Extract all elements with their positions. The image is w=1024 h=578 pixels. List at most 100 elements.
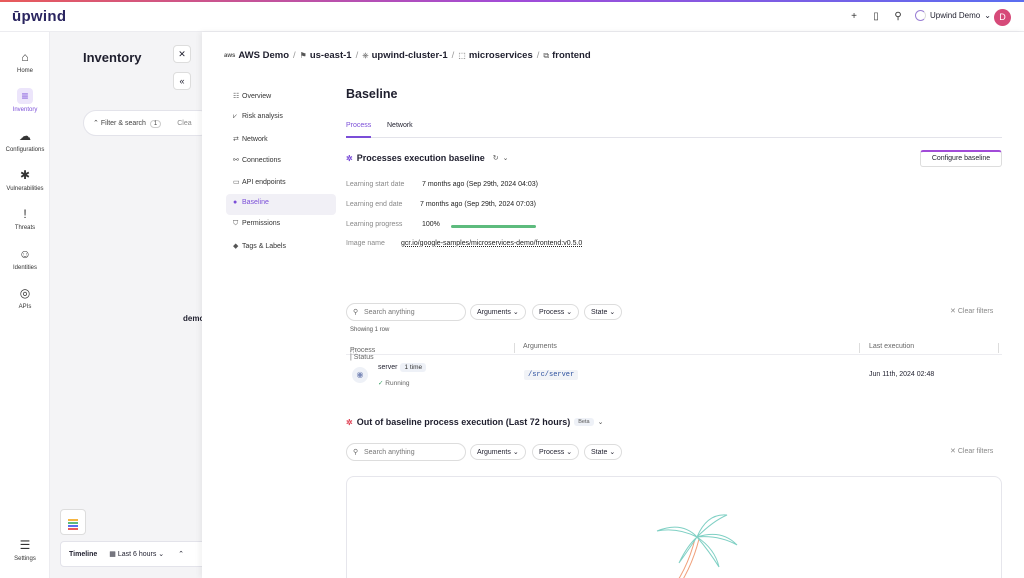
chevron-down-icon[interactable]: ⌄ [598, 418, 604, 426]
sidebar-item-vulnerabilities[interactable]: ✱ Vulnerabilities [0, 167, 50, 192]
table-row[interactable]: ◉ server 1 time ✓ Running /src/server Jun… [346, 357, 1002, 395]
tab-network[interactable]: Network [387, 120, 413, 138]
breadcrumb-account[interactable]: AWS Demo [238, 50, 289, 61]
tab-process[interactable]: Process [346, 120, 372, 138]
sidebar-item-label: Threats [14, 225, 36, 231]
check-icon: ✓ [378, 380, 384, 387]
account-ring-icon [915, 10, 926, 21]
palm-tree-illustration [656, 514, 738, 578]
upwind-logo[interactable]: ūpwind [12, 8, 66, 25]
sidebar-item-label: APIs [18, 304, 32, 310]
timeline-range[interactable]: Last 6 hours [118, 551, 157, 558]
arrows-icon: ⇄ [233, 135, 239, 143]
calendar-icon: ▦ [109, 551, 116, 558]
clear-filters-button[interactable]: ✕ Clear filters [950, 307, 993, 315]
clear-filters-label: Clear filters [957, 308, 994, 315]
sidebar-item-configurations[interactable]: ☁ Configurations [0, 128, 50, 153]
breadcrumb-separator: / [293, 50, 296, 61]
breadcrumb-namespace[interactable]: microservices [469, 50, 533, 61]
search-icon: ⚲ [353, 449, 359, 456]
filter-search-button[interactable]: ⌃ Filter & search 1 Clea [83, 110, 213, 136]
sidebar: ⌂ Home ≡ Inventory ☁ Configurations ✱ Vu… [0, 32, 50, 578]
section-out-of-baseline: ✲ Out of baseline process execution (Las… [346, 417, 603, 427]
refresh-icon[interactable]: ↻ [493, 154, 499, 162]
image-name-link[interactable]: gcr.io/google-samples/microservices-demo… [401, 240, 582, 247]
execution-count-badge: 1 time [400, 363, 427, 372]
section-title: Processes execution baseline [356, 153, 485, 163]
expand-icon[interactable]: ⌃ [178, 551, 184, 558]
book-icon[interactable]: ▯ [870, 11, 882, 22]
dropdown-label: Arguments [477, 309, 511, 316]
pin-icon[interactable]: ⚲ [892, 11, 904, 22]
home-icon: ⌂ [21, 50, 29, 64]
column-divider[interactable] [514, 343, 515, 353]
bug-icon: ✱ [19, 168, 31, 182]
subnav-label: Risk analysis [242, 113, 283, 121]
dropdown-label: Arguments [477, 449, 511, 456]
detail-row: Learning end date 7 months ago (Sep 29th,… [346, 201, 536, 208]
state-dropdown[interactable]: State ⌄ [584, 304, 623, 320]
column-header-arguments[interactable]: Arguments [523, 343, 557, 350]
sidebar-item-threats[interactable]: ! Threats [0, 206, 50, 231]
process-dropdown[interactable]: Process ⌄ [532, 304, 580, 320]
close-button[interactable]: ✕ [173, 45, 191, 63]
column-header-last-execution[interactable]: Last execution [869, 343, 914, 350]
clear-filters-button[interactable]: ✕ Clear filters [950, 447, 993, 455]
info-icon[interactable]: ⓘ [350, 347, 357, 357]
avatar[interactable]: D [994, 9, 1011, 26]
subnav-connections[interactable]: ⚯ Connections [226, 151, 336, 172]
subnav-network[interactable]: ⇄ Network [226, 130, 336, 151]
breadcrumb-workload[interactable]: frontend [552, 50, 591, 61]
process-icon: ◉ [352, 367, 368, 383]
page-title: Inventory [83, 50, 142, 65]
chart-icon: ⩗ [233, 113, 237, 121]
sidebar-item-apis[interactable]: ◎ APIs [0, 285, 50, 310]
list-icon: ☷ [233, 93, 240, 100]
sidebar-item-label: Settings [14, 556, 36, 562]
legend-button[interactable] [60, 509, 86, 535]
detail-row: Learning start date 7 months ago (Sep 29t… [346, 181, 538, 188]
chevron-down-icon[interactable]: ⌄ [503, 154, 509, 162]
search-input[interactable]: ⚲ Search anything [346, 443, 466, 461]
subnav-risk-analysis[interactable]: ⩗ Risk analysis [226, 108, 336, 129]
timeline-label: Timeline [69, 551, 98, 558]
process-status: ✓ Running [378, 379, 409, 387]
collapse-button[interactable]: « [173, 72, 191, 90]
chevron-down-icon: ⌄ [566, 449, 573, 456]
timeline-bar[interactable]: Timeline ▦ Last 6 hours ⌄ ⌃ [60, 541, 220, 567]
clear-link[interactable]: Clea [177, 120, 191, 127]
subnav-permissions[interactable]: ⛉ Permissions [226, 215, 336, 236]
gear-icon: ✲ [346, 417, 353, 427]
beta-badge: Beta [574, 418, 594, 426]
sidebar-item-home[interactable]: ⌂ Home [0, 49, 50, 74]
breadcrumb-cluster[interactable]: upwind-cluster-1 [372, 50, 448, 61]
arguments-dropdown[interactable]: Arguments ⌄ [470, 304, 526, 320]
shield-icon: ⛉ [233, 220, 239, 228]
arguments-cell: /src/server [524, 370, 579, 380]
arguments-dropdown[interactable]: Arguments ⌄ [470, 444, 526, 460]
detail-key: Learning progress [346, 221, 403, 228]
plus-icon[interactable]: + [848, 11, 860, 22]
column-divider[interactable] [859, 343, 860, 353]
gear-icon: ✲ [346, 153, 353, 163]
breadcrumb-separator: / [536, 50, 540, 61]
detail-key: Image name [346, 240, 385, 247]
subnav-api-endpoints[interactable]: ▭ API endpoints [226, 173, 336, 194]
account-selector[interactable]: Upwind Demo ⌄ [915, 10, 991, 21]
detail-key: Learning start date [346, 181, 405, 188]
sidebar-item-identities[interactable]: ☺ Identities [0, 246, 50, 271]
state-dropdown[interactable]: State ⌄ [584, 444, 623, 460]
search-input[interactable]: ⚲ Search anything [346, 303, 466, 321]
subnav-overview[interactable]: ☷ Overview [226, 87, 336, 108]
sidebar-item-settings[interactable]: ☰ Settings [0, 537, 50, 562]
process-dropdown[interactable]: Process ⌄ [532, 444, 580, 460]
sidebar-item-inventory[interactable]: ≡ Inventory [0, 88, 50, 113]
subnav-baseline[interactable]: ● Baseline [226, 193, 336, 216]
column-divider[interactable] [998, 343, 999, 353]
configure-baseline-button[interactable]: Configure baseline [920, 150, 1002, 167]
breadcrumb-region[interactable]: us-east-1 [310, 50, 352, 61]
chevron-down-icon: ⌄ [566, 309, 573, 316]
globe-icon: ◎ [19, 286, 31, 300]
subnav-tags-labels[interactable]: ◆ Tags & Labels [226, 237, 336, 258]
subnav-label: Network [242, 135, 268, 143]
